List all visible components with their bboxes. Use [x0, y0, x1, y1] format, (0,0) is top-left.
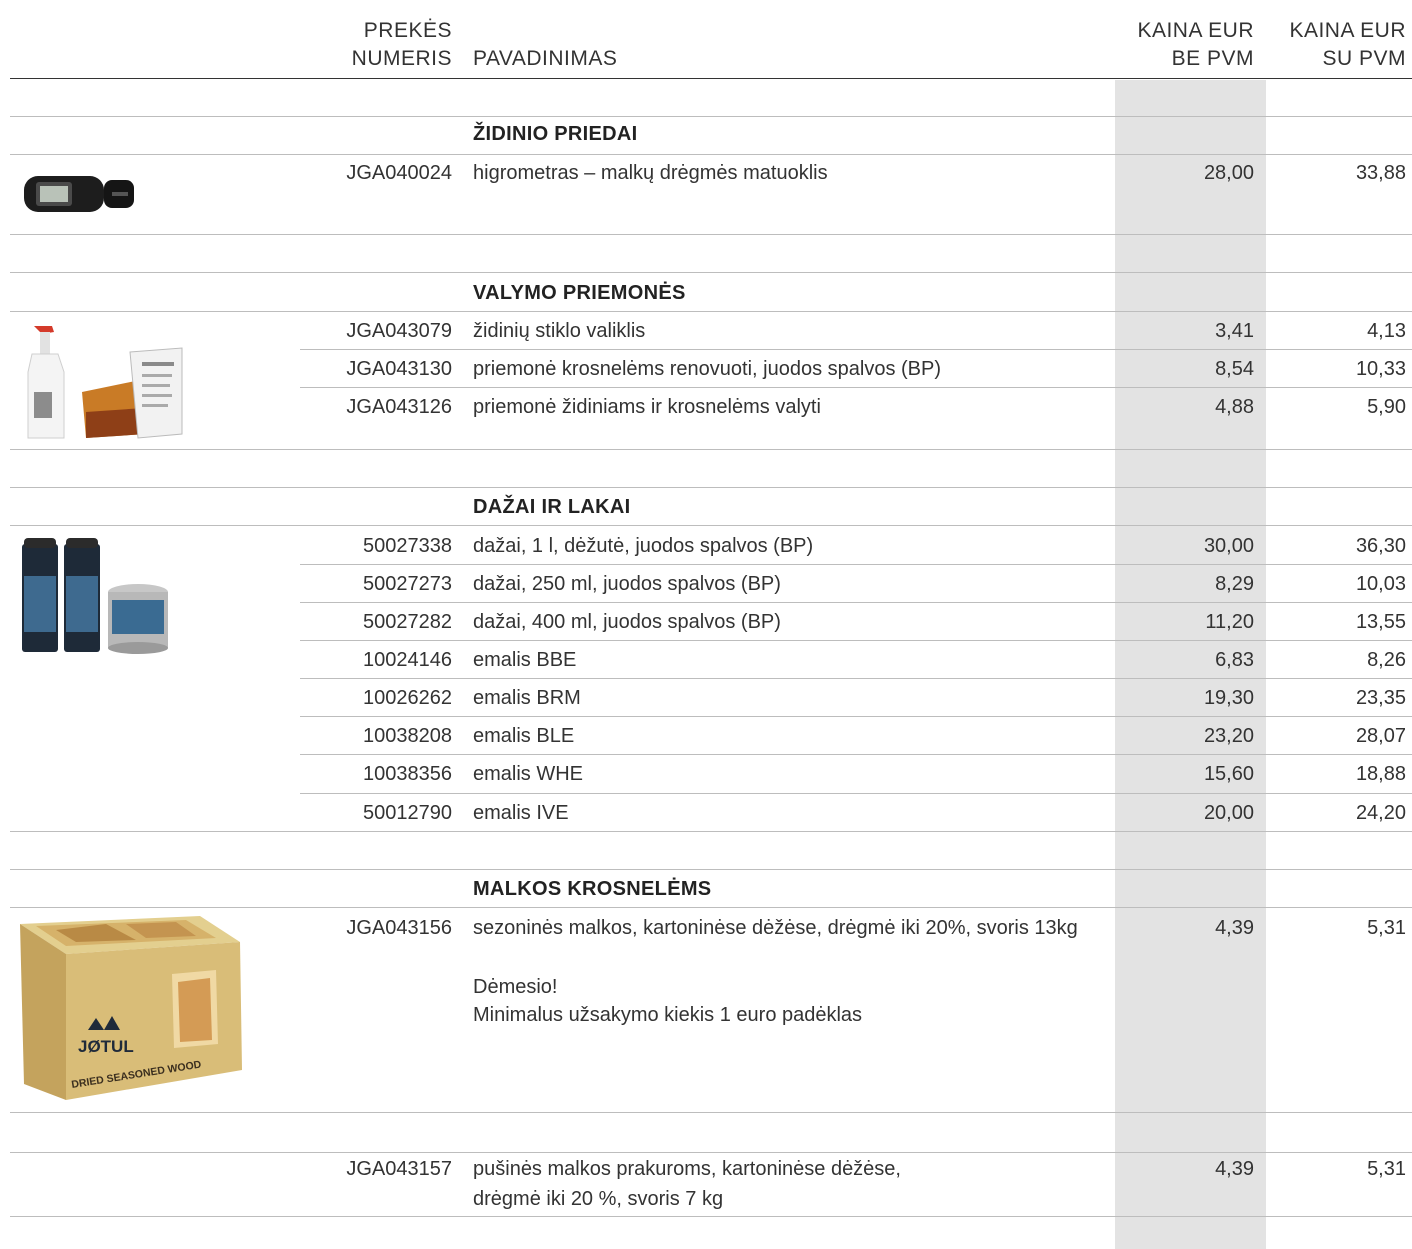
header-number-line1: PREKĖS: [363, 19, 452, 42]
product-name: sezoninės malkos, kartoninėse dėžėse, dr…: [473, 917, 1078, 939]
product-number: 10024146: [363, 649, 452, 671]
product-number: 10038356: [363, 763, 452, 785]
product-name: emalis BBE: [473, 649, 577, 671]
firewood-box-brand: JØTUL: [78, 1037, 134, 1056]
divider: [10, 1216, 1412, 1217]
divider: [10, 907, 1412, 908]
price-vat: 36,30: [1355, 535, 1406, 557]
product-number: 50012790: [363, 802, 452, 824]
price-no-vat: 11,20: [1205, 611, 1254, 633]
price-no-vat: 4,88: [1215, 396, 1254, 418]
divider: [300, 716, 1412, 717]
product-number: 10038208: [363, 725, 452, 747]
price-vat: 23,35: [1355, 687, 1406, 709]
product-name: dažai, 1 l, dėžutė, juodos spalvos (BP): [473, 535, 814, 557]
price-no-vat: 30,00: [1203, 535, 1254, 557]
price-no-vat: 6,83: [1215, 649, 1254, 671]
header-price-vat-line1: KAINA EUR: [1289, 19, 1406, 42]
product-name: priemonė krosnelėms renovuoti, juodos sp…: [473, 358, 941, 380]
price-vat: 33,88: [1355, 162, 1406, 184]
price-vat: 8,26: [1367, 649, 1406, 671]
product-name: dažai, 250 ml, juodos spalvos (BP): [473, 573, 781, 595]
firewood-box-photo-icon: JØTUL DRIED SEASONED WOOD: [16, 912, 244, 1109]
divider: [10, 311, 1412, 312]
product-number: 50027282: [363, 611, 452, 633]
divider: [10, 1112, 1412, 1113]
header-divider: [10, 78, 1412, 79]
price-no-vat: 4,39: [1215, 1158, 1254, 1180]
divider: [10, 1152, 1412, 1153]
price-no-vat: 19,30: [1203, 687, 1254, 709]
price-vat: 13,55: [1355, 611, 1406, 633]
order-note-text: Minimalus užsakymo kiekis 1 euro padėkla…: [473, 1004, 863, 1026]
header-number-line2: NUMERIS: [351, 47, 452, 70]
section-title: VALYMO PRIEMONĖS: [473, 282, 686, 304]
price-no-vat: 23,20: [1203, 725, 1254, 747]
product-name: pušinės malkos prakuroms, kartoninėse dė…: [473, 1158, 901, 1180]
product-name: emalis BLE: [473, 725, 575, 747]
product-number: JGA043130: [346, 358, 452, 380]
price-no-vat: 20,00: [1203, 802, 1254, 824]
divider: [300, 793, 1412, 794]
product-name: emalis BRM: [473, 687, 581, 709]
price-vat: 5,31: [1367, 917, 1406, 939]
header-price-no-vat-line1: KAINA EUR: [1137, 19, 1254, 42]
section-title: DAŽAI IR LAKAI: [473, 496, 631, 518]
price-no-vat: 15,60: [1203, 763, 1254, 785]
order-note-title: Dėmesio!: [473, 976, 558, 998]
product-number: 10026262: [363, 687, 452, 709]
divider: [10, 272, 1412, 273]
divider: [10, 154, 1412, 155]
product-name: židinių stiklo valiklis: [473, 320, 646, 342]
price-no-vat: 28,00: [1203, 162, 1254, 184]
price-vat: 18,88: [1355, 763, 1406, 785]
price-no-vat: 8,29: [1215, 573, 1254, 595]
product-number: JGA043126: [346, 396, 452, 418]
divider: [10, 487, 1412, 488]
header-price-vat-line2: SU PVM: [1322, 47, 1406, 70]
product-name: emalis IVE: [473, 802, 569, 824]
product-name: dažai, 400 ml, juodos spalvos (BP): [473, 611, 781, 633]
price-vat: 4,13: [1367, 320, 1406, 342]
header-price-no-vat-line2: BE PVM: [1171, 47, 1254, 70]
price-no-vat: 4,39: [1215, 917, 1254, 939]
divider: [300, 349, 1412, 350]
divider: [300, 564, 1412, 565]
divider: [300, 754, 1412, 755]
product-number: 50027273: [363, 573, 452, 595]
divider: [300, 387, 1412, 388]
price-vat: 5,31: [1367, 1158, 1406, 1180]
divider: [300, 678, 1412, 679]
price-vat: 10,33: [1355, 358, 1406, 380]
divider: [10, 869, 1412, 870]
section-title: ŽIDINIO PRIEDAI: [473, 123, 638, 145]
divider: [300, 602, 1412, 603]
product-name: emalis WHE: [473, 763, 584, 785]
price-vat: 28,07: [1355, 725, 1406, 747]
price-no-vat: 3,41: [1215, 320, 1254, 342]
product-number: JGA040024: [346, 162, 452, 184]
divider: [10, 831, 1412, 832]
price-vat: 5,90: [1367, 396, 1406, 418]
product-name: priemonė židiniams ir krosnelėms valyti: [473, 396, 821, 418]
divider: [10, 234, 1412, 235]
product-name-line2: drėgmė iki 20 %, svoris 7 kg: [473, 1188, 724, 1210]
divider: [10, 449, 1412, 450]
product-number: JGA043156: [346, 917, 452, 939]
product-name: higrometras – malkų drėgmės matuoklis: [473, 162, 828, 184]
divider: [300, 640, 1412, 641]
product-number: JGA043079: [346, 320, 452, 342]
header-name: PAVADINIMAS: [473, 47, 618, 70]
product-number: JGA043157: [346, 1158, 452, 1180]
price-vat: 10,03: [1355, 573, 1406, 595]
divider: [10, 525, 1412, 526]
section-title: MALKOS KROSNELĖMS: [473, 878, 712, 900]
price-no-vat: 8,54: [1215, 358, 1254, 380]
price-vat: 24,20: [1355, 802, 1406, 824]
divider: [10, 116, 1412, 117]
product-number: 50027338: [363, 535, 452, 557]
